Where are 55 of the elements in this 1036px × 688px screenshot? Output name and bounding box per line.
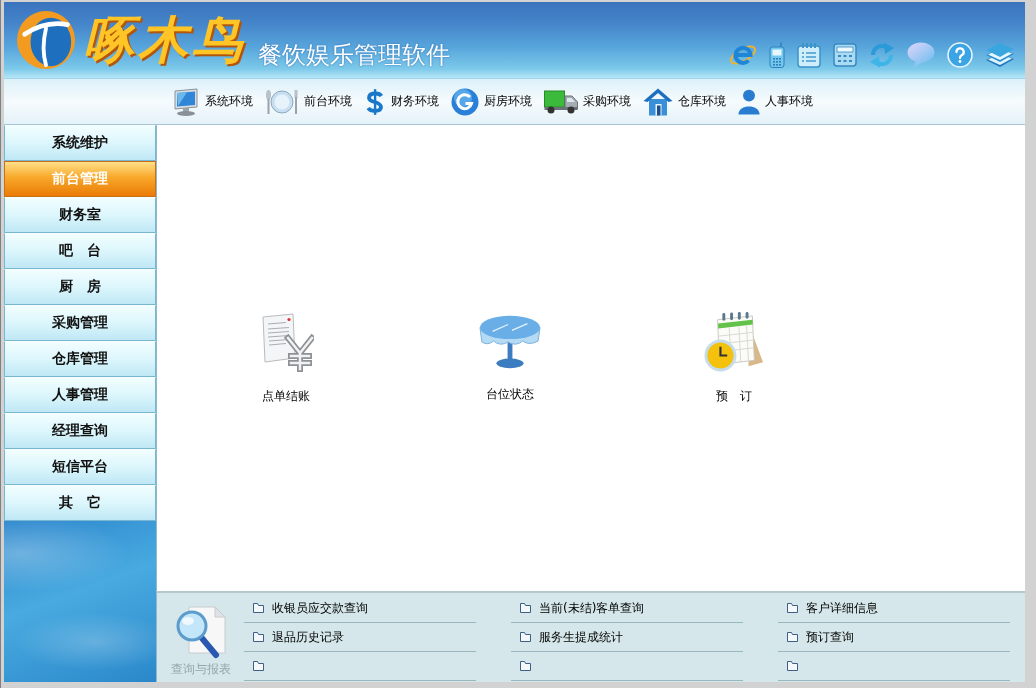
- nav-item[interactable]: 系统环境: [172, 87, 253, 116]
- folder-icon: [253, 603, 264, 613]
- monitor-icon: [172, 87, 200, 116]
- folder-icon[interactable]: [253, 661, 264, 671]
- plate-cutlery-icon: [265, 88, 299, 115]
- sidebar-item[interactable]: 经理查询: [4, 413, 156, 449]
- books-icon[interactable]: [985, 42, 1015, 68]
- reports-title: 查询与报表: [170, 661, 231, 678]
- folder-icon: [787, 632, 798, 642]
- magnifier-document-icon: [174, 605, 227, 659]
- dollar-icon: [364, 88, 386, 115]
- truck-icon: [544, 89, 578, 114]
- calendar-clock-icon: [704, 311, 764, 372]
- chat-bubble-icon[interactable]: [907, 42, 935, 68]
- module-button[interactable]: 点单结账: [258, 311, 314, 405]
- report-link[interactable]: 退品历史记录: [244, 623, 476, 652]
- folder-icon[interactable]: [787, 661, 798, 671]
- module-button[interactable]: 预 订: [704, 311, 764, 405]
- sidebar-item[interactable]: 仓库管理: [4, 341, 156, 377]
- calculator-icon[interactable]: [833, 43, 857, 67]
- nav-item[interactable]: 仓库环境: [643, 87, 726, 116]
- letter-g-icon: [451, 87, 479, 116]
- sidebar-item[interactable]: 采购管理: [4, 305, 156, 341]
- sidebar-item[interactable]: 财务室: [4, 197, 156, 233]
- folder-icon: [520, 632, 531, 642]
- folder-icon: [253, 632, 264, 642]
- round-table-icon: [479, 313, 541, 370]
- product-name: 餐饮娱乐管理软件: [258, 41, 450, 68]
- folder-icon: [787, 603, 798, 613]
- phone-icon[interactable]: [769, 42, 785, 68]
- report-link[interactable]: 预订查询: [778, 623, 1010, 652]
- person-icon: [738, 88, 760, 115]
- notepad-icon[interactable]: [797, 42, 821, 68]
- sidebar-item[interactable]: 人事管理: [4, 377, 156, 413]
- report-link[interactable]: 当前(未结)客单查询: [511, 594, 743, 623]
- nav-item[interactable]: 采购环境: [544, 89, 631, 114]
- sidebar-item[interactable]: 系统维护: [4, 125, 156, 161]
- logo-icon: [16, 10, 76, 70]
- help-icon[interactable]: [947, 42, 973, 68]
- house-icon: [643, 87, 673, 116]
- folder-icon[interactable]: [520, 661, 531, 671]
- nav-item[interactable]: 前台环境: [265, 88, 352, 115]
- report-link[interactable]: 客户详细信息: [778, 594, 1010, 623]
- module-button[interactable]: 台位状态: [479, 313, 541, 403]
- nav-item[interactable]: 人事环境: [738, 88, 813, 115]
- sidebar-item[interactable]: 厨 房: [4, 269, 156, 305]
- sidebar-item[interactable]: 其 它: [4, 485, 156, 521]
- nav-item[interactable]: 厨房环境: [451, 87, 532, 116]
- folder-icon: [520, 603, 531, 613]
- report-link[interactable]: 服务生提成统计: [511, 623, 743, 652]
- sidebar-item[interactable]: 短信平台: [4, 449, 156, 485]
- logo-text: 啄木鸟: [84, 15, 246, 65]
- report-link[interactable]: 收银员应交款查询: [244, 594, 476, 623]
- sidebar-item[interactable]: 吧 台: [4, 233, 156, 269]
- nav-item[interactable]: 财务环境: [364, 88, 439, 115]
